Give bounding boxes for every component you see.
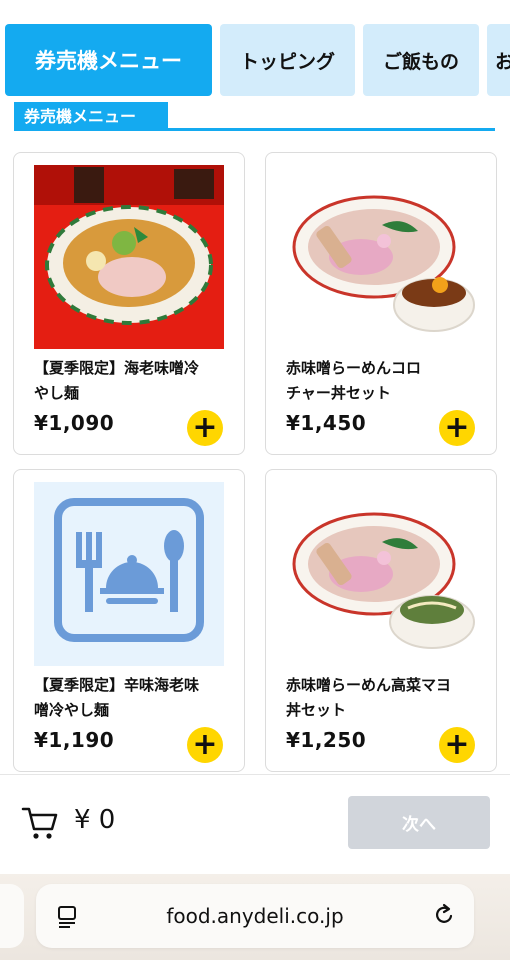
product-price: ¥1,090: [34, 411, 115, 435]
ramen-bowl-photo-icon: [34, 165, 224, 349]
add-to-cart-button[interactable]: +: [439, 410, 475, 446]
tab-switch-pill[interactable]: [0, 884, 24, 948]
product-name-line: 赤味噌らーめんコロ: [286, 359, 422, 377]
section-header: 券売機メニュー: [14, 102, 495, 132]
product-name-line: 【夏季限定】辛味海老味: [34, 676, 200, 694]
reload-icon[interactable]: [432, 903, 456, 927]
add-to-cart-button[interactable]: +: [187, 410, 223, 446]
product-grid: 【夏季限定】海老味噌冷 やし麺 ¥1,090 + 赤味噌らーめんコロ チャー丼セ: [0, 150, 510, 774]
cart-bar: ¥ 0 次へ: [0, 774, 510, 874]
product-name-line: 【夏季限定】海老味噌冷: [34, 359, 200, 377]
product-card[interactable]: 【夏季限定】海老味噌冷 やし麺 ¥1,090 +: [13, 152, 245, 455]
tab-ticket-menu[interactable]: 券売機メニュー: [5, 24, 212, 96]
browser-toolbar: food.anydeli.co.jp: [0, 874, 510, 960]
cart-icon[interactable]: [20, 803, 60, 843]
product-card[interactable]: 赤味噌らーめんコロ チャー丼セット ¥1,450 +: [265, 152, 497, 455]
product-name-line: 丼セット: [286, 701, 347, 719]
product-price: ¥1,190: [34, 728, 115, 752]
tab-toppings[interactable]: トッピング: [220, 24, 355, 96]
cart-total: ¥ 0: [74, 805, 116, 835]
product-price: ¥1,450: [286, 411, 367, 435]
product-name: 【夏季限定】辛味海老味 噌冷やし麺: [34, 673, 234, 723]
product-price: ¥1,250: [286, 728, 367, 752]
url-text: food.anydeli.co.jp: [166, 904, 344, 928]
tab-partial-next[interactable]: お: [487, 24, 510, 96]
product-name-line: 噌冷やし麺: [34, 701, 110, 719]
product-card[interactable]: 赤味噌らーめん高菜マヨ 丼セット ¥1,250 +: [265, 469, 497, 772]
ramen-takana-don-photo-icon: [286, 482, 476, 666]
product-name-line: 赤味噌らーめん高菜マヨ: [286, 676, 452, 694]
product-card[interactable]: 【夏季限定】辛味海老味 噌冷やし麺 ¥1,190 +: [13, 469, 245, 772]
product-name: 赤味噌らーめん高菜マヨ 丼セット: [286, 673, 486, 723]
ramen-chashu-don-photo-icon: [286, 165, 476, 349]
category-tabs: 券売機メニュー トッピング ご飯もの お: [0, 0, 510, 102]
product-name-line: チャー丼セット: [286, 384, 391, 402]
product-name: 【夏季限定】海老味噌冷 やし麺: [34, 356, 234, 406]
meal-placeholder-icon: [34, 482, 224, 666]
add-to-cart-button[interactable]: +: [187, 727, 223, 763]
next-button[interactable]: 次へ: [348, 796, 490, 849]
add-to-cart-button[interactable]: +: [439, 727, 475, 763]
tab-rice-dishes[interactable]: ご飯もの: [363, 24, 479, 96]
section-title: 券売機メニュー: [14, 102, 168, 128]
address-bar[interactable]: food.anydeli.co.jp: [36, 884, 474, 948]
product-name-line: やし麺: [34, 384, 80, 402]
product-name: 赤味噌らーめんコロ チャー丼セット: [286, 356, 486, 406]
section-divider: [14, 128, 495, 131]
